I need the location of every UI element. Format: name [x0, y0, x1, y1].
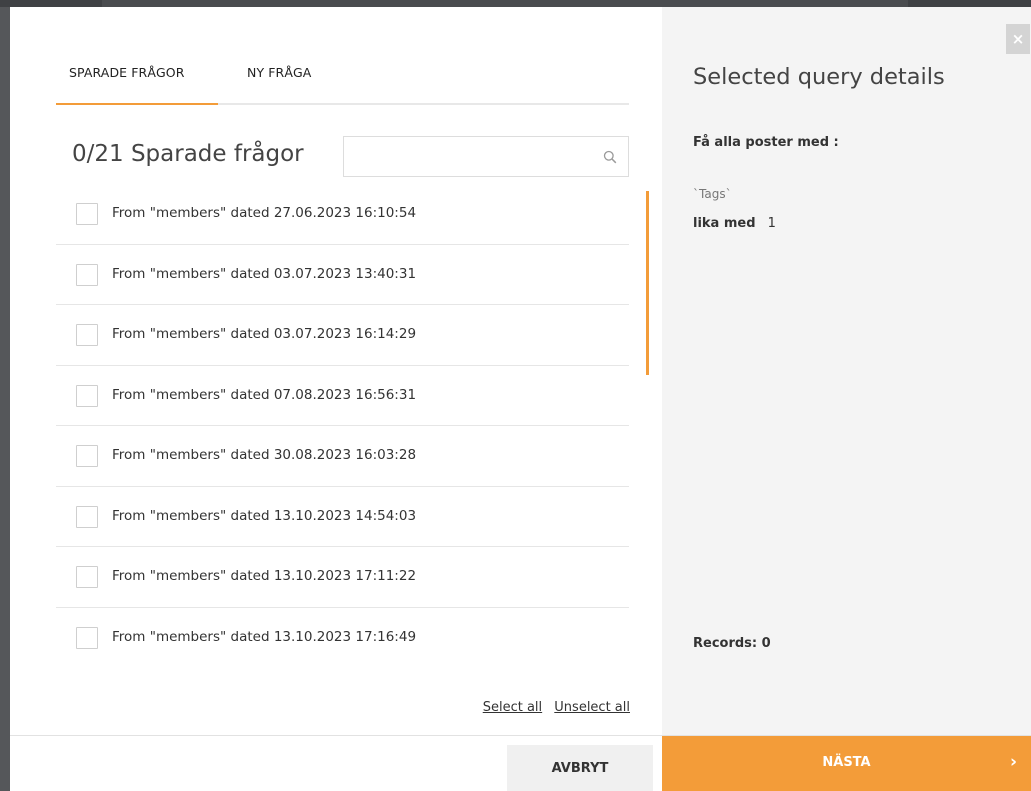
query-checkbox[interactable] [76, 626, 98, 649]
details-subtitle: Få alla poster med : [693, 135, 839, 150]
cancel-button[interactable]: AVBRYT [507, 745, 653, 791]
query-list-item[interactable]: From "members" dated 27.06.2023 16:10:54 [56, 184, 629, 245]
backdrop-page [0, 0, 1031, 7]
query-checkbox[interactable] [76, 445, 98, 467]
tab-bar: SPARADE FRÅGOR NY FRÅGA [56, 53, 629, 105]
saved-queries-count-title: 0/21 Sparade frågor [72, 141, 304, 167]
chevron-right-icon: › [1009, 752, 1017, 772]
search-field [343, 136, 629, 177]
query-list-item[interactable]: From "members" dated 03.07.2023 16:14:29 [56, 305, 629, 366]
query-checkbox[interactable] [76, 505, 98, 528]
query-details-panel: Selected query details Få alla poster me… [662, 7, 1031, 735]
query-label: From "members" dated 13.10.2023 17:11:22 [112, 568, 417, 584]
saved-queries-list: From "members" dated 27.06.2023 16:10:54… [56, 184, 629, 665]
query-label: From "members" dated 07.08.2023 16:56:31 [112, 386, 417, 403]
tab-new-query[interactable]: NY FRÅGA [247, 65, 311, 80]
query-list-item[interactable]: From "members" dated 03.07.2023 13:40:31 [56, 245, 629, 305]
query-label: From "members" dated 03.07.2023 13:40:31 [112, 265, 417, 282]
condition-row: lika med 1 [693, 216, 776, 231]
query-label: From "members" dated 13.10.2023 14:54:03 [112, 507, 417, 524]
query-checkbox[interactable] [76, 566, 98, 588]
query-label: From "members" dated 27.06.2023 16:10:54 [112, 205, 417, 221]
details-title: Selected query details [693, 64, 945, 90]
modal-footer: AVBRYT NÄSTA › [10, 735, 1031, 791]
search-input[interactable] [344, 137, 594, 176]
query-list-item[interactable]: From "members" dated 13.10.2023 14:54:03 [56, 487, 629, 547]
list-scrollbar[interactable] [646, 191, 650, 666]
query-label: From "members" dated 03.07.2023 16:14:29 [112, 326, 417, 342]
unselect-all-link[interactable]: Unselect all [554, 700, 630, 715]
query-checkbox[interactable] [76, 324, 98, 346]
condition-value: 1 [767, 216, 776, 231]
close-icon: × [1011, 30, 1025, 48]
backdrop-block-right [908, 0, 1031, 7]
selection-links: Select all Unselect all [475, 700, 630, 715]
saved-queries-modal: SPARADE FRÅGOR NY FRÅGA 0/21 Sparade frå… [10, 7, 1031, 791]
scrollbar-thumb[interactable] [646, 191, 649, 375]
close-button[interactable]: × [1006, 24, 1030, 54]
query-label: From "members" dated 13.10.2023 17:16:49 [112, 628, 417, 645]
condition-operator: lika med [693, 216, 756, 231]
tab-saved-queries[interactable]: SPARADE FRÅGOR [69, 65, 185, 80]
saved-queries-panel: SPARADE FRÅGOR NY FRÅGA 0/21 Sparade frå… [10, 7, 662, 735]
query-list-item[interactable]: From "members" dated 30.08.2023 16:03:28 [56, 426, 629, 487]
query-label: From "members" dated 30.08.2023 16:03:28 [112, 447, 417, 463]
active-tab-indicator [56, 103, 218, 105]
backdrop-block-left [0, 0, 102, 7]
next-button-label: NÄSTA [822, 755, 871, 770]
query-checkbox[interactable] [76, 384, 98, 407]
query-list-item[interactable]: From "members" dated 13.10.2023 17:11:22 [56, 547, 629, 608]
condition-field-name: `Tags` [693, 187, 732, 201]
query-checkbox[interactable] [76, 203, 98, 225]
next-button[interactable]: NÄSTA › [662, 736, 1031, 791]
records-count: Records: 0 [693, 636, 771, 651]
search-icon[interactable] [603, 150, 617, 164]
query-list-item[interactable]: From "members" dated 07.08.2023 16:56:31 [56, 366, 629, 426]
select-all-link[interactable]: Select all [483, 700, 542, 715]
query-checkbox[interactable] [76, 263, 98, 286]
query-list-item[interactable]: From "members" dated 13.10.2023 17:16:49 [56, 608, 629, 666]
